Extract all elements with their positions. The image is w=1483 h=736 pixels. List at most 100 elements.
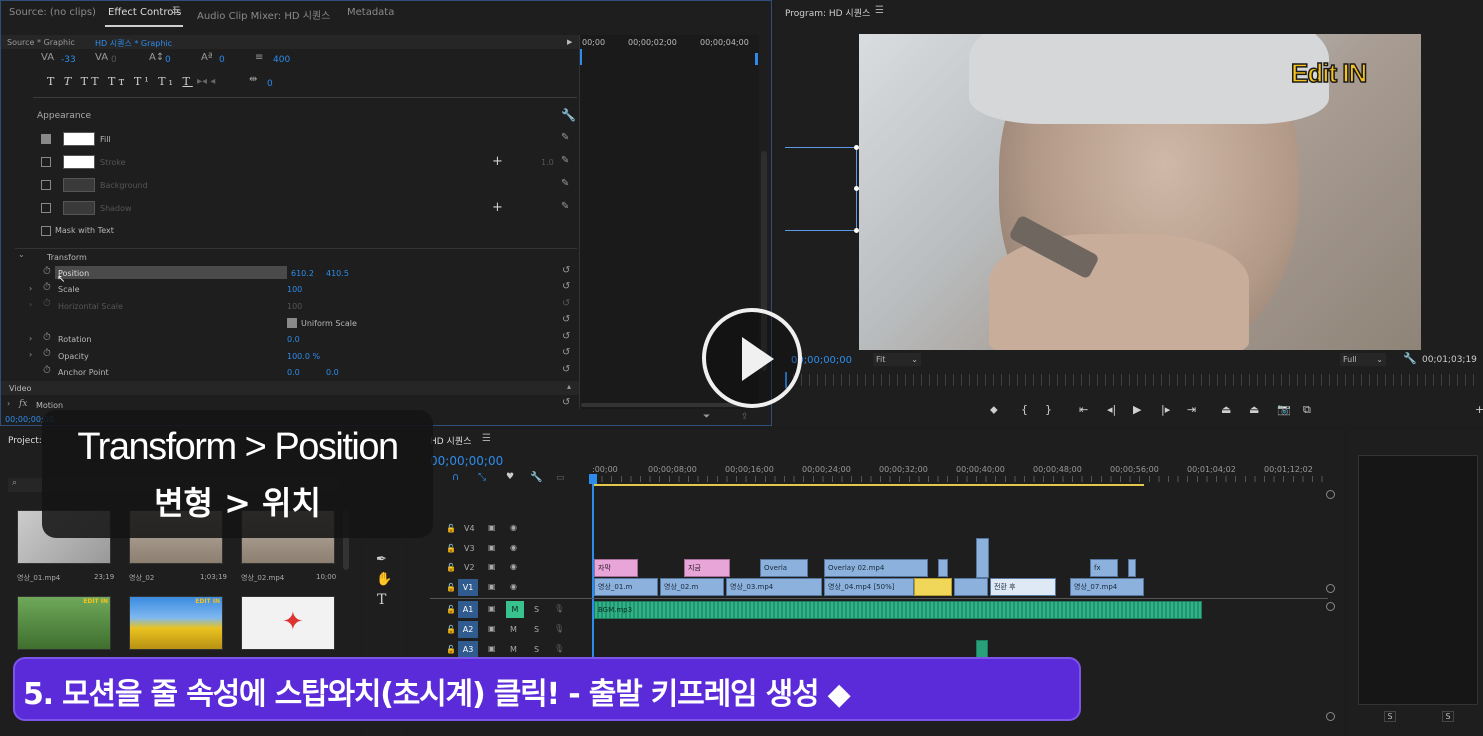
- play-icon-small[interactable]: ▶: [567, 38, 572, 46]
- timeline-scroll-handle[interactable]: [1326, 584, 1335, 593]
- reset-icon[interactable]: ↺: [562, 398, 570, 408]
- clip-video-04[interactable]: 영상_04.mp4 [50%]: [824, 578, 914, 596]
- wrench-icon[interactable]: 🔧: [561, 109, 576, 121]
- clip-after-transition[interactable]: 전환 후: [990, 578, 1056, 596]
- thumbnail-forest[interactable]: EDIT IN: [17, 596, 111, 650]
- clip-video-01[interactable]: 영상_01.m: [594, 578, 658, 596]
- add-button[interactable]: +: [1475, 403, 1483, 416]
- kerning-value[interactable]: -33: [61, 55, 76, 65]
- chevron-right-icon[interactable]: ›: [7, 400, 10, 408]
- clip-title-now[interactable]: 지금: [684, 559, 730, 577]
- extract-button[interactable]: ⏏: [1249, 403, 1259, 416]
- timeline-ruler-ticks[interactable]: [592, 476, 1327, 482]
- sync-icon[interactable]: ▣: [488, 582, 496, 591]
- clip-bgm[interactable]: BGM.mp3: [594, 601, 1202, 619]
- panel-menu-icon[interactable]: ☰: [172, 6, 180, 16]
- stopwatch-icon[interactable]: ⏱: [43, 349, 51, 359]
- background-swatch[interactable]: [63, 178, 95, 192]
- timeline-title[interactable]: HD 시퀀스: [430, 434, 471, 447]
- program-video-frame[interactable]: Edit IN: [859, 34, 1421, 350]
- track-v3[interactable]: 🔓 V3 ▣ ◉: [430, 539, 590, 559]
- track-v1[interactable]: 🔓 V1 ▣ ◉: [430, 578, 590, 598]
- eye-icon[interactable]: ◉: [510, 582, 517, 591]
- reset-icon[interactable]: ↺: [562, 348, 570, 358]
- anchor-y[interactable]: 0.0: [326, 368, 339, 377]
- lock-icon[interactable]: 🔓: [446, 563, 456, 572]
- mute-button[interactable]: M: [510, 625, 517, 634]
- clip-small[interactable]: [938, 559, 948, 577]
- eyedropper-icon[interactable]: ✎: [561, 156, 569, 166]
- timeline-scroll-handle[interactable]: [1326, 712, 1335, 721]
- reset-icon[interactable]: ↺: [562, 282, 570, 292]
- meter-solo-button[interactable]: S: [1442, 711, 1454, 722]
- stroke-swatch[interactable]: [63, 155, 95, 169]
- clip-video-03[interactable]: 영상_03.mp4: [726, 578, 822, 596]
- eyedropper-icon[interactable]: ✎: [561, 202, 569, 212]
- clip-transition[interactable]: [914, 578, 952, 596]
- tracking-value[interactable]: 0: [111, 55, 117, 65]
- sequence-label[interactable]: HD 시퀀스 * Graphic: [95, 38, 172, 49]
- timeline-timecode[interactable]: 00;00;00;00: [430, 454, 503, 468]
- linked-icon[interactable]: ⤡: [478, 472, 486, 483]
- stopwatch-icon[interactable]: ⏱: [43, 283, 51, 293]
- mic-icon[interactable]: 🎙: [554, 644, 564, 653]
- graphic-bounding-box[interactable]: [785, 147, 857, 231]
- eye-icon[interactable]: ◉: [510, 562, 517, 571]
- chevron-right-icon[interactable]: ›: [29, 301, 32, 309]
- type-tool-icon[interactable]: T: [377, 592, 386, 608]
- mark-in-button[interactable]: {: [1021, 403, 1028, 416]
- tab-audio-clip-mixer[interactable]: Audio Clip Mixer: HD 시퀀스: [197, 7, 330, 22]
- eye-icon[interactable]: ◉: [510, 523, 517, 532]
- meter-solo-button[interactable]: S: [1384, 711, 1396, 722]
- export-icon[interactable]: ⇪: [741, 413, 749, 422]
- reset-icon[interactable]: ↺: [562, 365, 570, 375]
- shadow-swatch[interactable]: [63, 201, 95, 215]
- clip-small[interactable]: [1128, 559, 1136, 577]
- chevron-right-icon[interactable]: ›: [29, 335, 32, 343]
- snap-icon[interactable]: ∩: [452, 472, 459, 483]
- quality-dropdown[interactable]: Full ⌄: [1340, 353, 1386, 366]
- clip-overlay-1[interactable]: Overla: [760, 559, 808, 577]
- lock-icon[interactable]: 🔓: [446, 645, 456, 654]
- scale-value[interactable]: 100: [287, 285, 302, 294]
- thumbnail-sunflowers[interactable]: EDIT IN: [129, 596, 223, 650]
- program-time-ruler[interactable]: [785, 374, 1475, 386]
- go-to-out-button[interactable]: ⇥: [1187, 403, 1196, 416]
- eye-icon[interactable]: ◉: [510, 543, 517, 552]
- reset-icon[interactable]: ↺: [562, 332, 570, 342]
- settings-wrench-icon[interactable]: 🔧: [1403, 352, 1417, 365]
- mark-out-button[interactable]: }: [1045, 403, 1052, 416]
- keyframe-playhead[interactable]: [580, 49, 582, 65]
- opacity-value[interactable]: 100.0 %: [287, 352, 320, 361]
- panel-menu-icon[interactable]: ☰: [482, 433, 491, 444]
- reset-icon[interactable]: ↺: [562, 315, 570, 325]
- mic-icon[interactable]: 🎙: [554, 604, 564, 613]
- track-v4[interactable]: 🔓 V4 ▣ ◉: [430, 519, 590, 539]
- track-a1[interactable]: 🔓 A1 ▣ M S 🎙: [430, 600, 590, 620]
- lock-icon[interactable]: 🔓: [446, 583, 456, 592]
- stopwatch-icon[interactable]: ⏱: [43, 299, 51, 309]
- settings-wrench-icon[interactable]: 🔧: [530, 472, 542, 483]
- video-play-overlay-button[interactable]: [702, 308, 802, 408]
- reset-icon[interactable]: ↺: [562, 266, 570, 276]
- rotation-value[interactable]: 0.0: [287, 335, 300, 344]
- lock-icon[interactable]: 🔓: [446, 544, 456, 553]
- position-y[interactable]: 410.5: [326, 269, 349, 278]
- fill-checkbox[interactable]: [41, 134, 51, 144]
- playhead-cap[interactable]: [589, 474, 597, 484]
- clip-small[interactable]: [954, 578, 988, 596]
- clip-overlay-2[interactable]: Overlay 02.mp4: [824, 559, 928, 577]
- anchor-x[interactable]: 0.0: [287, 368, 300, 377]
- go-to-in-button[interactable]: ⇤: [1079, 403, 1088, 416]
- mute-button[interactable]: M: [506, 601, 524, 618]
- sync-icon[interactable]: ▣: [488, 562, 496, 571]
- chevron-right-icon[interactable]: ›: [29, 351, 32, 359]
- mic-icon[interactable]: 🎙: [554, 624, 564, 633]
- export-frame-button[interactable]: 📷: [1277, 403, 1291, 416]
- box-handle[interactable]: [854, 228, 859, 233]
- reset-icon[interactable]: ↺: [562, 299, 570, 309]
- background-checkbox[interactable]: [41, 180, 51, 190]
- leading-value[interactable]: 0: [165, 55, 171, 65]
- lock-icon[interactable]: 🔓: [446, 524, 456, 533]
- step-back-button[interactable]: ◂|: [1107, 403, 1116, 416]
